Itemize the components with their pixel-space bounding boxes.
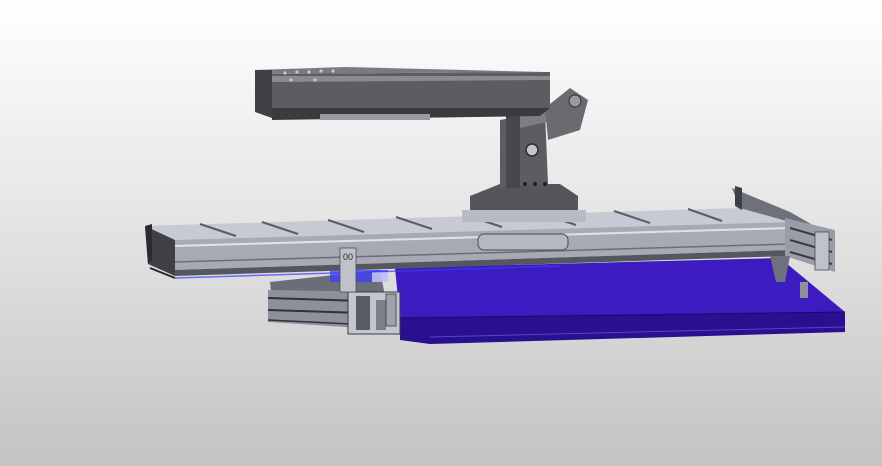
3d-model-render[interactable]: 00 — [0, 0, 882, 466]
cad-viewport[interactable]: 00 — [0, 0, 882, 466]
top-arm[interactable] — [255, 67, 550, 120]
lower-rail-assembly[interactable] — [267, 270, 401, 335]
part-tag: 00 — [343, 252, 353, 262]
